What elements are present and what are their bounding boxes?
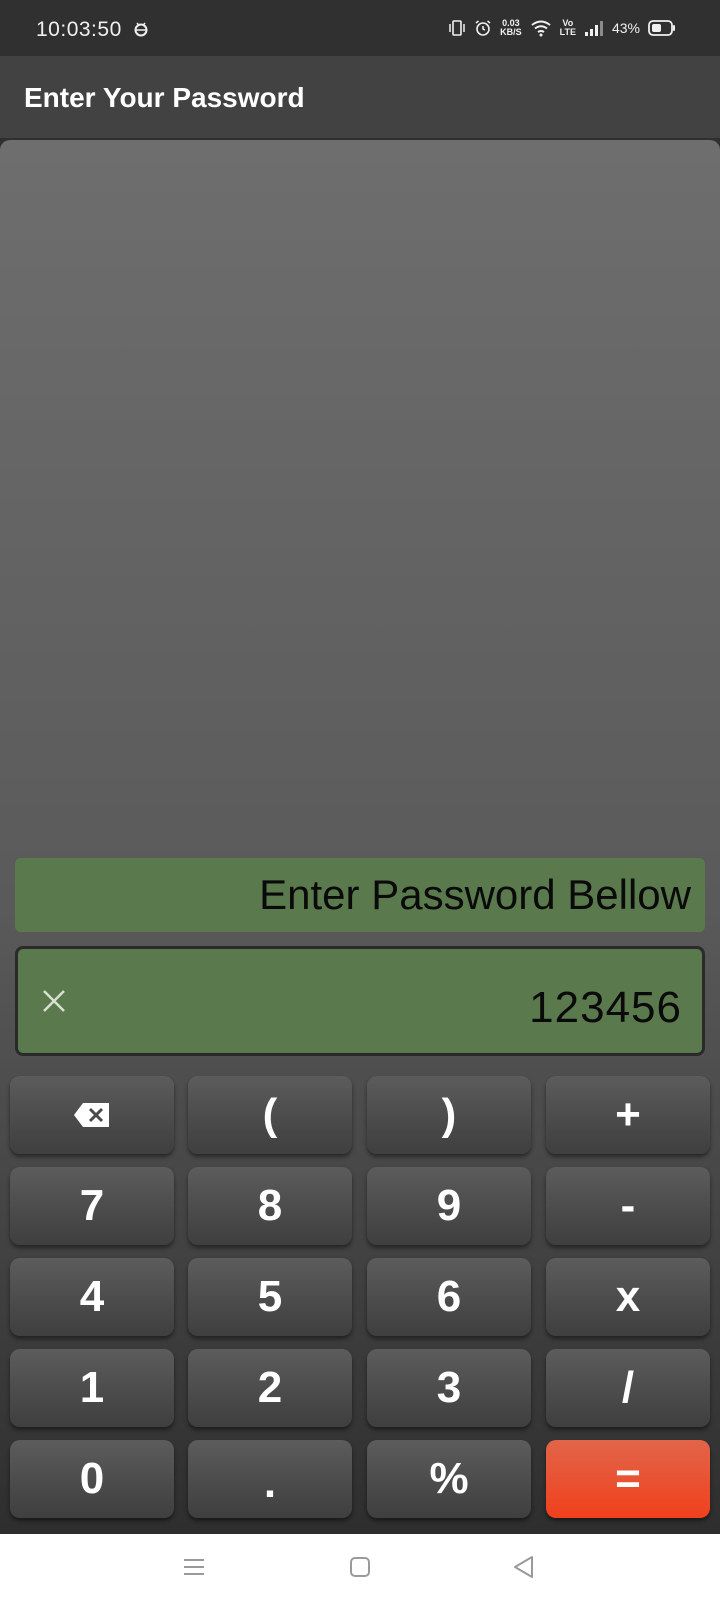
status-time: 10:03:50 — [36, 18, 122, 41]
key-divide[interactable]: / — [546, 1349, 710, 1427]
key-equals[interactable]: = — [546, 1440, 710, 1518]
key-1[interactable]: 1 — [10, 1349, 174, 1427]
key-4[interactable]: 4 — [10, 1258, 174, 1336]
key-decimal[interactable]: . — [188, 1440, 352, 1518]
key-close-paren[interactable]: ) — [367, 1076, 531, 1154]
key-3[interactable]: 3 — [367, 1349, 531, 1427]
app-bar: Enter Your Password — [0, 56, 720, 138]
key-percent[interactable]: % — [367, 1440, 531, 1518]
vibrate-icon — [449, 20, 465, 36]
wifi-icon — [531, 20, 551, 37]
volte-bottom: LTE — [559, 27, 576, 37]
backspace-button[interactable] — [10, 1076, 174, 1154]
password-field[interactable]: 123456 — [15, 946, 705, 1056]
page-title: Enter Your Password — [24, 82, 305, 113]
close-icon[interactable] — [40, 987, 68, 1015]
menu-icon[interactable] — [180, 1554, 208, 1580]
keypad: ( ) + 7 8 9 - 4 5 6 x 1 2 3 / 0 . % = — [10, 1076, 710, 1520]
signal-icon — [584, 21, 603, 36]
key-5[interactable]: 5 — [188, 1258, 352, 1336]
battery-icon — [648, 20, 675, 36]
battery-percent: 43% — [611, 20, 640, 36]
status-bar: 10:03:50 0.03 KB/S Vo LTE 43% — [0, 0, 720, 56]
key-minus[interactable]: - — [546, 1167, 710, 1245]
network-speed: 0.03 KB/S — [500, 19, 522, 37]
back-icon[interactable] — [510, 1554, 538, 1580]
key-7[interactable]: 7 — [10, 1167, 174, 1245]
key-8[interactable]: 8 — [188, 1167, 352, 1245]
network-speed-unit: KB/S — [500, 27, 522, 37]
alarm-icon — [475, 20, 491, 36]
debug-bug-icon — [134, 22, 148, 37]
system-nav-bar — [0, 1534, 720, 1600]
key-plus[interactable]: + — [546, 1076, 710, 1154]
key-9[interactable]: 9 — [367, 1167, 531, 1245]
key-multiply[interactable]: x — [546, 1258, 710, 1336]
backspace-icon — [74, 1103, 109, 1127]
key-open-paren[interactable]: ( — [188, 1076, 352, 1154]
password-value: 123456 — [529, 983, 682, 1032]
password-prompt: Enter Password Bellow — [15, 858, 705, 932]
key-6[interactable]: 6 — [367, 1258, 531, 1336]
home-icon[interactable] — [346, 1554, 374, 1580]
key-0[interactable]: 0 — [10, 1440, 174, 1518]
status-icons: 0.03 KB/S Vo LTE 43% — [448, 16, 676, 40]
key-2[interactable]: 2 — [188, 1349, 352, 1427]
volte-indicator: Vo LTE — [560, 19, 576, 37]
